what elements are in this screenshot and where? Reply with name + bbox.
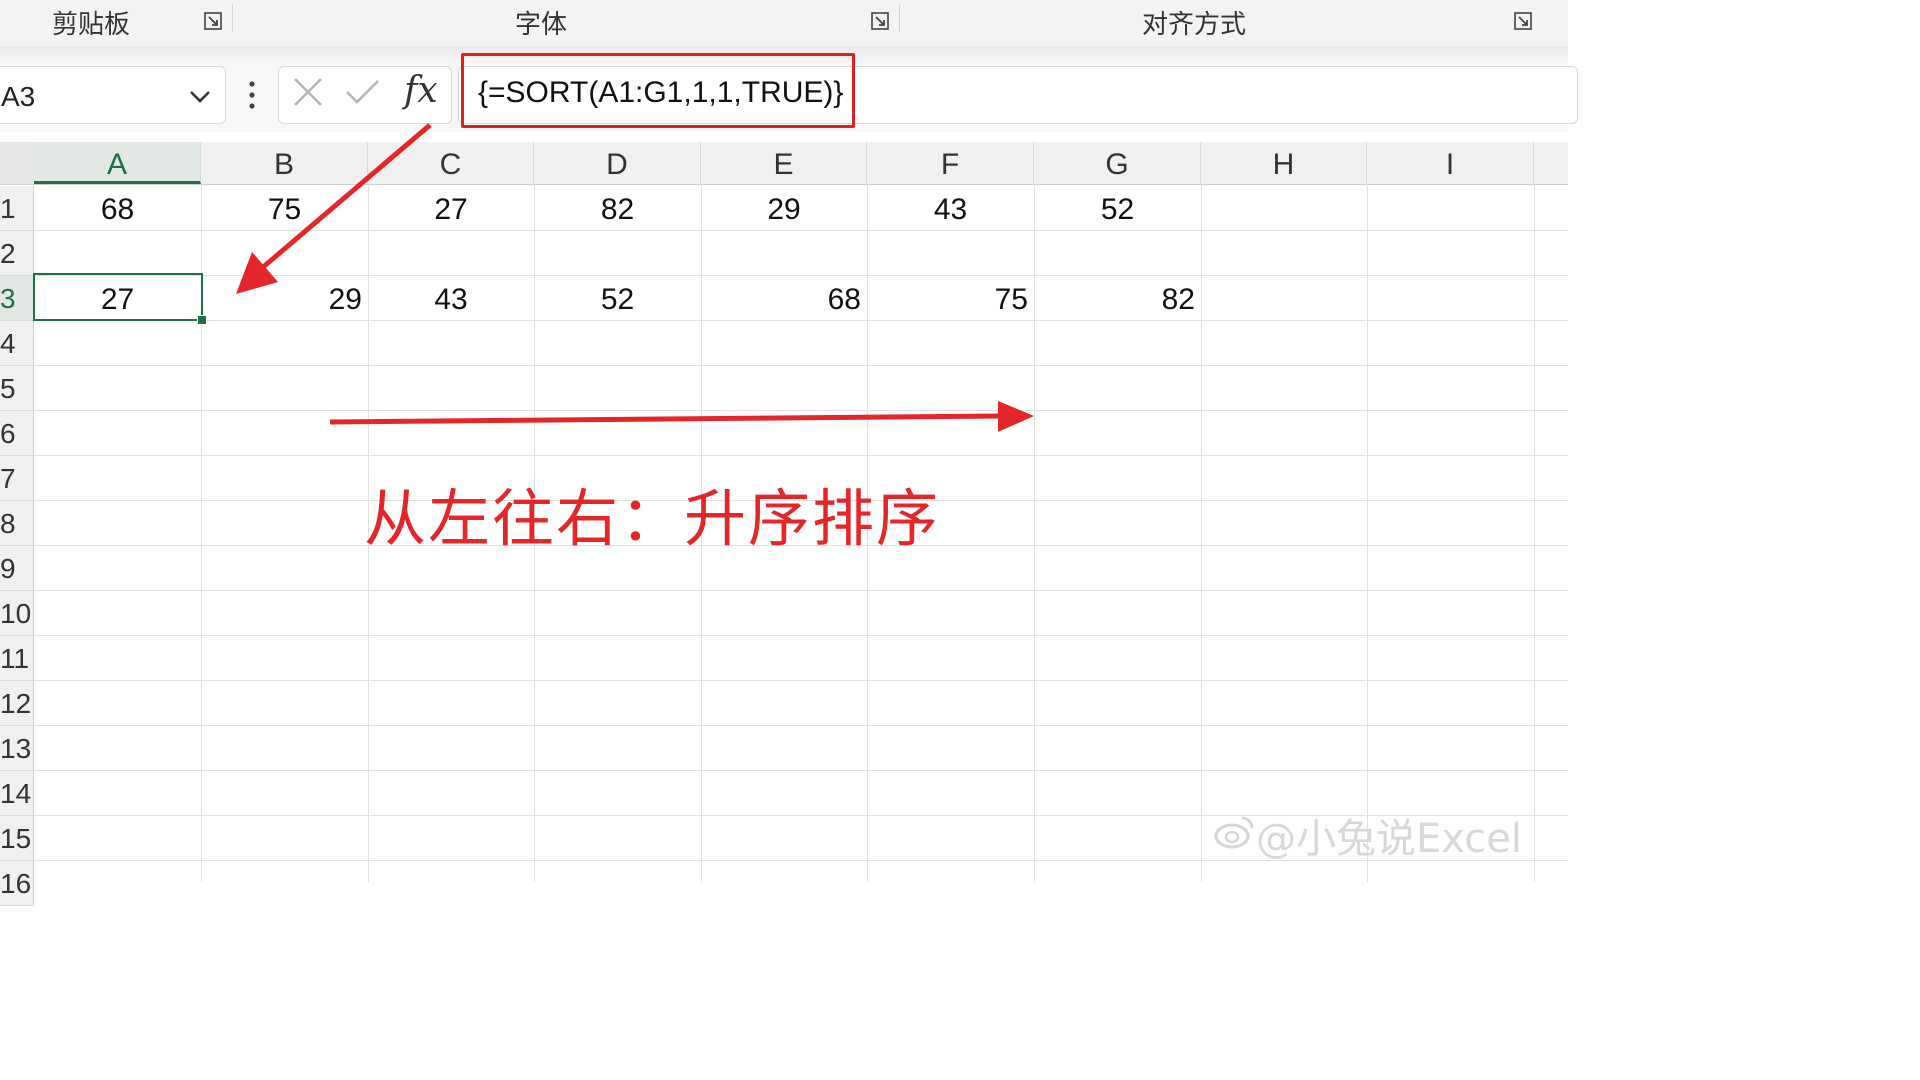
watermark-text: @小兔说Excel [1256,816,1522,862]
diagonal-arrow [236,123,432,294]
right-arrow [329,401,1034,432]
annotation-arrows [236,123,1034,432]
annotation-text: 从左往右：升序排序 [364,482,941,555]
weibo-logo-icon [1214,816,1254,849]
